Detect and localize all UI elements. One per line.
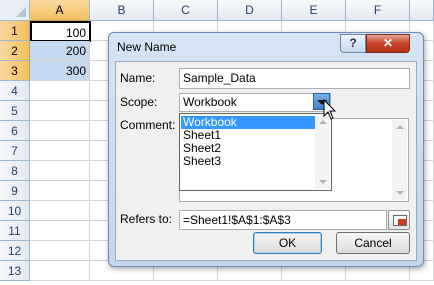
column-header-a[interactable]: A xyxy=(30,0,90,21)
scope-label: Scope: xyxy=(120,95,158,109)
select-all-corner[interactable] xyxy=(0,0,30,21)
row-header-13[interactable]: 13 xyxy=(0,261,30,281)
scroll-down-icon[interactable] xyxy=(319,180,327,184)
comment-label: Comment: xyxy=(120,118,176,132)
row-header-4[interactable]: 4 xyxy=(0,81,30,101)
grid-cell[interactable] xyxy=(30,221,90,241)
column-header-c[interactable]: C xyxy=(154,0,218,21)
cell-a1[interactable]: 100 xyxy=(30,21,91,42)
refers-to-input[interactable]: =Sheet1!$A$1:$A$3 xyxy=(179,210,387,230)
grid-cell[interactable] xyxy=(30,141,90,161)
cancel-button[interactable]: Cancel xyxy=(336,232,410,254)
scope-select[interactable]: Workbook xyxy=(179,93,331,112)
grid-cell[interactable] xyxy=(30,261,90,281)
row-header-10[interactable]: 10 xyxy=(0,201,30,221)
row-header-11[interactable]: 11 xyxy=(0,221,30,241)
scroll-up-icon[interactable] xyxy=(396,125,404,129)
grid-cell[interactable] xyxy=(30,121,90,141)
refers-to-label: Refers to: xyxy=(120,212,173,226)
row-header-12[interactable]: 12 xyxy=(0,241,30,261)
row-header-1[interactable]: 1 xyxy=(0,21,30,41)
row-header-3[interactable]: 3 xyxy=(0,61,30,81)
row-header-9[interactable]: 9 xyxy=(0,181,30,201)
grid-cell[interactable] xyxy=(30,241,90,261)
column-header-partial xyxy=(410,0,434,21)
column-header-e[interactable]: E xyxy=(282,0,346,21)
grid-cell[interactable] xyxy=(30,161,90,181)
column-header-f[interactable]: F xyxy=(346,0,410,21)
row-header-8[interactable]: 8 xyxy=(0,161,30,181)
close-button[interactable]: ✕ xyxy=(366,34,410,53)
ok-button[interactable]: OK xyxy=(253,232,322,254)
grid-cell[interactable] xyxy=(30,201,90,221)
scope-option-sheet3[interactable]: Sheet3 xyxy=(181,155,315,168)
dialog-title: New Name xyxy=(117,40,177,54)
column-header-b[interactable]: B xyxy=(90,0,154,21)
row-header-5[interactable]: 5 xyxy=(0,101,30,121)
grid-cell[interactable] xyxy=(30,101,90,121)
range-picker-icon-accent xyxy=(398,219,406,225)
cell-a3[interactable]: 300 xyxy=(30,61,90,81)
grid-cell[interactable] xyxy=(30,81,90,101)
comment-scrollbar[interactable] xyxy=(392,120,407,200)
grid-cell[interactable] xyxy=(30,181,90,201)
range-picker-button[interactable] xyxy=(388,210,410,230)
scope-dropdown-list: Workbook Sheet1 Sheet2 Sheet3 xyxy=(179,113,332,191)
name-input[interactable]: Sample_Data xyxy=(179,68,410,89)
mouse-pointer-icon xyxy=(323,99,337,120)
scroll-down-icon[interactable] xyxy=(396,191,404,195)
cell-a2[interactable]: 200 xyxy=(30,41,90,61)
row-header-2[interactable]: 2 xyxy=(0,41,30,61)
row-header-6[interactable]: 6 xyxy=(0,121,30,141)
column-header-d[interactable]: D xyxy=(218,0,282,21)
name-label: Name: xyxy=(120,71,156,85)
dropdown-scrollbar[interactable] xyxy=(315,115,330,189)
row-header-7[interactable]: 7 xyxy=(0,141,30,161)
help-button[interactable]: ? xyxy=(340,34,366,53)
